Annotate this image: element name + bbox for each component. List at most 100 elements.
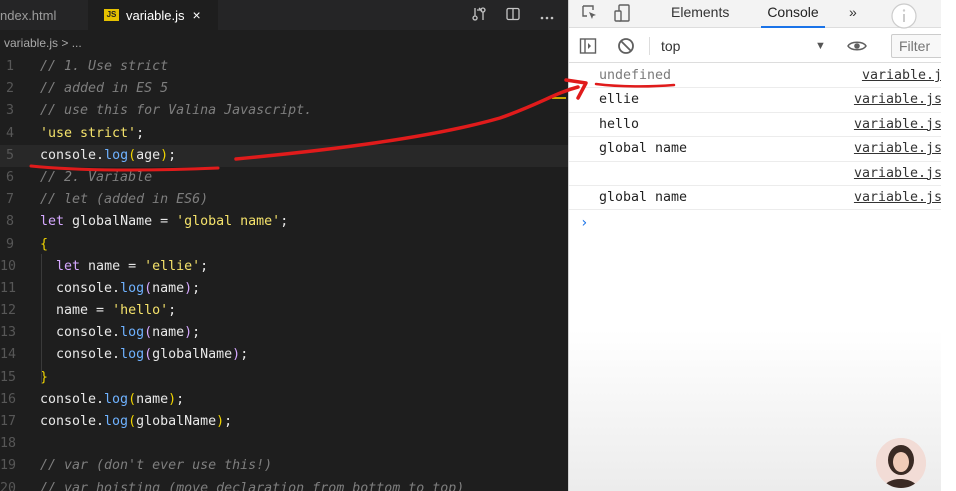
code-line[interactable]: 19 // var (don't ever use this!) [0, 455, 568, 477]
code-line[interactable]: 13 console.log(name); [0, 322, 568, 344]
code-line[interactable]: 7 // let (added in ES6) [0, 189, 568, 211]
log-source-link[interactable]: variable.js [854, 190, 942, 205]
code-text: // 2. Variable [40, 167, 152, 189]
code-token: ) [216, 414, 225, 429]
tab-index-html[interactable]: ndex.html [0, 0, 88, 30]
breadcrumb[interactable]: variable.js > ... [4, 32, 82, 54]
line-number: 1 [5, 59, 14, 74]
close-icon[interactable]: × [193, 7, 201, 23]
code-line[interactable]: 18 [0, 433, 568, 455]
code-line[interactable]: 4 'use strict'; [0, 123, 568, 145]
editor-actions [472, 0, 554, 30]
code-line[interactable]: 9{ [0, 234, 568, 256]
code-area[interactable]: 1 // 1. Use strict 2 // added in ES 5 3 // us… [0, 56, 568, 491]
log-message: undefined [599, 68, 672, 83]
code-text: // use this for Valina Javascript. [40, 100, 312, 122]
avatar [876, 438, 926, 488]
code-line[interactable]: 10 let name = 'ellie'; [0, 256, 568, 278]
eye-icon[interactable] [847, 38, 867, 59]
more-actions-icon[interactable] [540, 8, 554, 23]
code-line[interactable]: 3 // use this for Valina Javascript. [0, 100, 568, 122]
code-line[interactable]: 5 console.log(age); [0, 144, 568, 167]
code-text: // added in ES 5 [40, 78, 168, 100]
log-source-link[interactable]: variable.js [854, 117, 942, 132]
line-number: 3 [5, 103, 14, 119]
code-line[interactable]: 14 console.log(globalName); [0, 344, 568, 366]
log-message: global name [599, 141, 688, 157]
context-selector[interactable]: top [661, 29, 680, 63]
code-text: 'use strict'; [40, 123, 144, 145]
code-line[interactable]: 12 name = 'hello'; [0, 300, 568, 322]
code-text: name = 'hello'; [40, 300, 176, 322]
code-line[interactable]: 1 // 1. Use strict [0, 56, 568, 78]
code-token: console. [40, 414, 105, 429]
log-source-link[interactable]: variable.js [854, 141, 942, 156]
code-token: ( [128, 414, 137, 429]
code-token: name = [80, 258, 145, 274]
line-number: 19 [0, 458, 17, 474]
code-token: globalName [152, 347, 233, 363]
code-token: name [152, 280, 185, 296]
line-number: 18 [0, 436, 17, 452]
line-number: 5 [5, 147, 14, 163]
console-log-row: variable.js [569, 162, 942, 186]
more-tabs-icon[interactable]: » [849, 0, 857, 28]
code-line[interactable]: 8 let globalName = 'global name'; [0, 211, 568, 233]
code-token: console. [40, 280, 121, 296]
code-token: console. [40, 347, 121, 363]
console-log-row: ellie variable.js [569, 88, 942, 113]
code-token: ; [168, 303, 177, 319]
indent-guide [41, 254, 42, 384]
code-line[interactable]: 20 // var hoisting (move declaration from… [0, 478, 568, 491]
code-text: console.log(name); [40, 322, 200, 344]
line-number: 7 [5, 192, 14, 208]
code-token: // var (don't ever use this!) [40, 458, 273, 474]
code-token: name [152, 325, 185, 341]
show-sidebar-icon[interactable] [579, 37, 597, 60]
code-token: // 2. Variable [40, 169, 153, 185]
code-token: // 1. Use strict [40, 59, 169, 74]
log-source-link[interactable]: variable.j [862, 68, 942, 83]
line-number: 20 [0, 480, 17, 491]
split-editor-icon[interactable] [506, 7, 520, 24]
code-token: log [120, 347, 145, 363]
javascript-file-icon: JS [104, 9, 119, 21]
line-number: 9 [5, 236, 14, 252]
clear-console-icon[interactable] [617, 37, 635, 60]
code-token: let [56, 258, 81, 274]
log-source-link[interactable]: variable.js [854, 92, 942, 107]
code-token: log [120, 325, 145, 341]
code-text: console.log(name); [40, 278, 200, 300]
log-source-link[interactable]: variable.js [854, 166, 942, 181]
code-text: // var (don't ever use this!) [40, 455, 272, 477]
chevron-down-icon[interactable]: ▼ [815, 29, 826, 63]
code-token: name = [40, 303, 113, 319]
line-number: 2 [5, 81, 14, 97]
tab-variable-js[interactable]: JS variable.js × [88, 0, 218, 30]
toolbar-divider [649, 37, 650, 55]
inspect-element-icon[interactable] [581, 4, 599, 27]
code-line[interactable]: 6 // 2. Variable [0, 167, 568, 189]
code-line[interactable]: 11 console.log(name); [0, 278, 568, 300]
devtools-panel: Elements Console » top ▼ undefined variab… [568, 0, 951, 491]
code-text: console.log(age); [40, 145, 176, 167]
code-line[interactable]: 16 console.log(name); [0, 389, 568, 411]
code-token: name [136, 391, 169, 407]
console-prompt[interactable]: › [580, 215, 588, 231]
code-token: log [104, 414, 129, 429]
compare-changes-icon[interactable] [472, 6, 486, 24]
code-line[interactable]: 17 console.log(globalName); [0, 411, 568, 433]
code-token: // added in ES 5 [40, 81, 169, 97]
code-line[interactable]: 15} [0, 367, 568, 389]
tab-console[interactable]: Console [761, 0, 825, 28]
overview-ruler-marker [552, 97, 566, 99]
device-toolbar-icon[interactable] [613, 3, 633, 28]
code-line[interactable]: 2 // added in ES 5 [0, 78, 568, 100]
tab-elements[interactable]: Elements [671, 0, 729, 28]
code-token: ) [168, 391, 177, 407]
code-token: let [40, 214, 65, 230]
code-token: 'use strict' [40, 125, 137, 141]
code-token: // use this for Valina Javascript. [40, 103, 313, 119]
log-message: global name [599, 189, 688, 205]
code-token: globalName [136, 414, 217, 429]
